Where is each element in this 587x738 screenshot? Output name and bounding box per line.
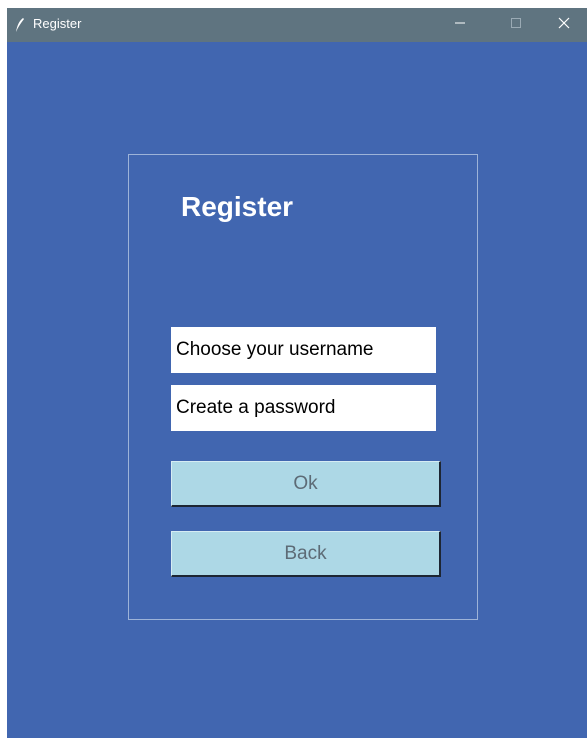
close-icon [558, 16, 570, 34]
feather-icon [15, 17, 25, 33]
maximize-icon [510, 16, 522, 34]
back-button-label: Back [284, 542, 327, 564]
ok-button[interactable]: Ok [171, 461, 441, 507]
close-button[interactable] [541, 8, 587, 42]
register-heading: Register [181, 191, 294, 222]
back-button[interactable]: Back [171, 531, 441, 577]
maximize-button[interactable] [493, 8, 539, 42]
username-field[interactable] [171, 327, 436, 373]
register-window: Register Register Ok [7, 8, 587, 738]
minimize-button[interactable] [437, 8, 483, 42]
screen-top-strip [0, 0, 587, 8]
ok-button-label: Ok [293, 472, 318, 494]
window-title: Register [33, 16, 82, 31]
minimize-icon [454, 16, 466, 34]
register-form-frame: Register Ok Back [128, 154, 478, 620]
password-field[interactable] [171, 385, 436, 431]
title-bar[interactable]: Register [7, 8, 587, 42]
